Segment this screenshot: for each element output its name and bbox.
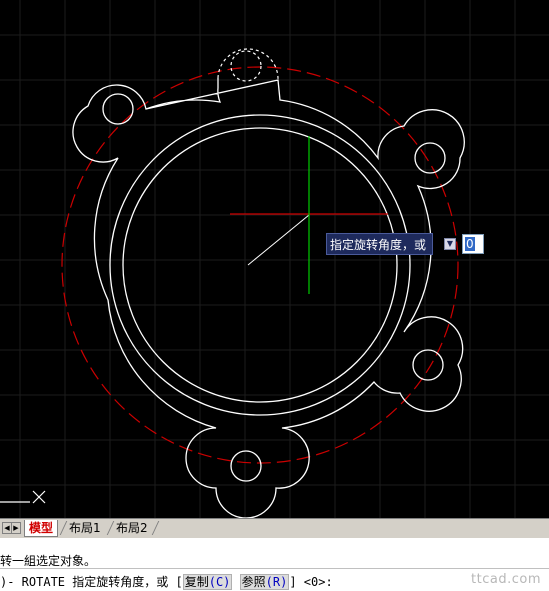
bolt-hole-left <box>102 93 134 125</box>
dynamic-options-arrow-icon[interactable]: ▼ <box>444 238 456 250</box>
command-history-line: 转一組选定对象。 <box>0 554 97 568</box>
drawing-area[interactable] <box>0 0 549 518</box>
option-reference-key: (R) <box>265 575 288 589</box>
tab-layout1[interactable]: 布局1 <box>65 520 105 536</box>
top-lug-preview <box>217 48 279 82</box>
bolt-hole-top <box>230 50 262 82</box>
option-reference-button[interactable]: 参照(R) <box>239 574 290 590</box>
command-prompt-suffix: ] <0>: <box>289 575 333 589</box>
dynamic-input-prompt: 指定旋转角度，或 <box>326 233 434 255</box>
flange-part <box>72 78 465 518</box>
command-window[interactable]: 转一組选定对象。 )- ROTATE 指定旋转角度，或 [复制(C) 参照(R)… <box>0 538 549 591</box>
dynamic-angle-value: 0 <box>465 237 475 251</box>
option-copy-button[interactable]: 复制(C) <box>182 574 233 590</box>
rotation-path-circle <box>61 66 459 464</box>
bolt-hole-right-top <box>414 142 446 174</box>
top-lug-outline <box>217 48 279 81</box>
bolt-hole-bottom <box>230 450 262 482</box>
tab-nav-next-icon[interactable]: ▶ <box>11 522 21 534</box>
rotation-rubberband <box>247 214 310 266</box>
flange-outer-outline <box>72 78 465 518</box>
watermark: ttcad.com <box>471 572 541 587</box>
tab-layout2[interactable]: 布局2 <box>112 520 152 536</box>
ucs-icon <box>0 490 46 504</box>
option-copy-label: 复制 <box>184 575 209 589</box>
command-divider <box>0 568 549 569</box>
bolt-hole-right-bottom <box>412 349 444 381</box>
option-copy-key: (C) <box>208 575 231 589</box>
command-prompt-line[interactable]: )- ROTATE 指定旋转角度，或 [复制(C) 参照(R)] <0>: <box>0 573 333 590</box>
tab-model[interactable]: 模型 <box>24 520 59 537</box>
dynamic-angle-input[interactable]: 0 <box>462 234 484 254</box>
grid <box>0 0 549 518</box>
tab-divider <box>151 521 160 535</box>
option-reference-label: 参照 <box>241 575 266 589</box>
command-prompt-prefix: )- ROTATE 指定旋转角度，或 [ <box>0 575 183 589</box>
drawing-canvas[interactable]: 指定旋转角度，或 ▼ 0 <box>0 0 549 518</box>
layout-tab-bar: ◀ ▶ 模型 布局1 布局2 <box>0 518 549 538</box>
flange-ring-inner <box>122 127 398 403</box>
